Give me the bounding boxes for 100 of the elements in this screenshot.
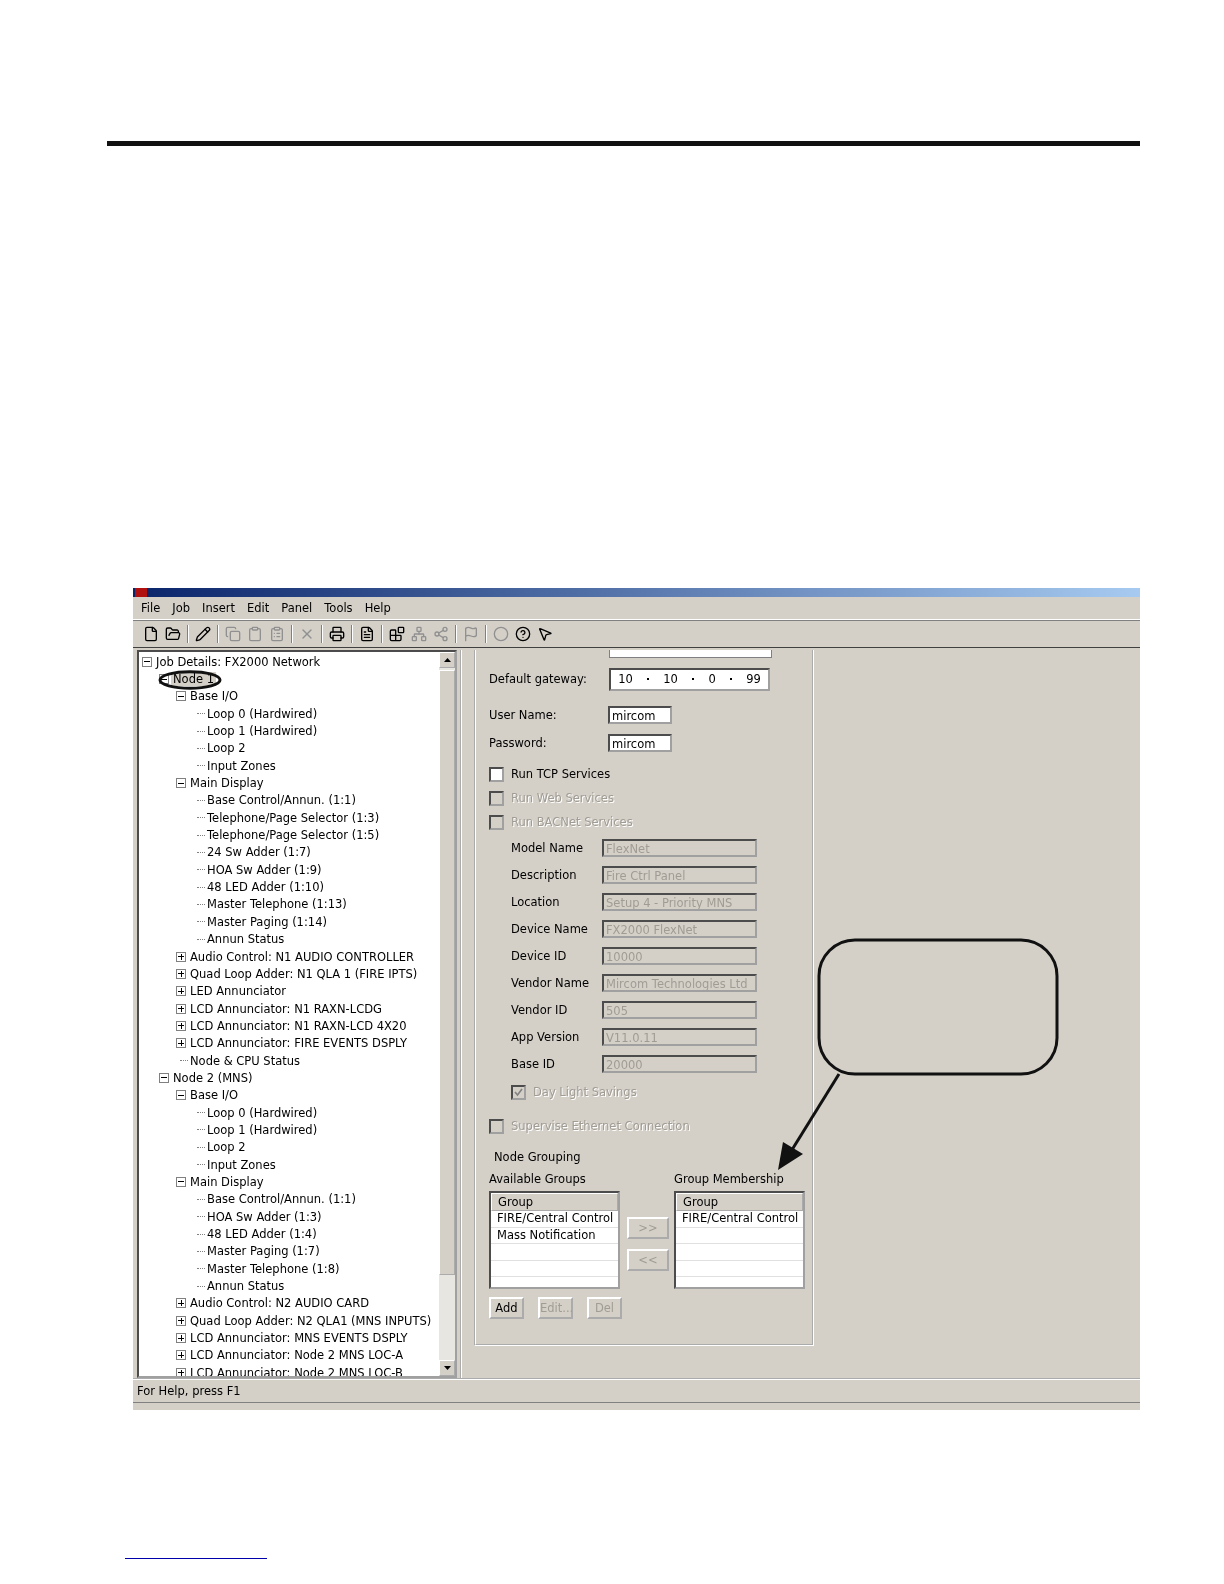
collapse-icon[interactable] [142,656,152,667]
list-row[interactable]: FIRE/Central Control [676,1211,803,1228]
collapse-icon[interactable] [159,674,169,684]
tree-item[interactable]: Loop 2 [205,1140,248,1155]
tree-item[interactable]: Master Telephone (1:8) [205,1261,342,1276]
scrollbar-thumb[interactable] [439,670,455,1275]
collapse-icon[interactable] [176,1177,186,1187]
tree-item[interactable]: LCD Annunciator: N1 RAXN-LCD 4X20 [188,1018,409,1033]
menu-item[interactable]: Panel [281,601,313,615]
tree-item[interactable]: Annun Status [205,1279,287,1294]
tree-item[interactable]: 24 Sw Adder (1:7) [205,845,313,860]
tree-item[interactable]: Loop 2 [205,741,248,756]
scroll-down-button[interactable] [439,1360,455,1376]
menu-item[interactable]: Insert [202,601,235,615]
tree-item[interactable]: Loop 1 (Hardwired) [205,1122,320,1137]
menu-item[interactable]: Help [364,601,391,615]
expand-icon[interactable] [176,1333,186,1344]
tree-item[interactable]: LED Annunciator [188,984,289,999]
expand-icon[interactable] [176,968,186,979]
list-row[interactable]: Mass Notification [491,1227,618,1244]
tree-item[interactable]: Annun Status [205,932,287,947]
down-arrow-icon [443,1366,451,1370]
tree-item[interactable]: LCD Annunciator: Node 2 MNS LOC-B [188,1365,405,1376]
tree-item[interactable]: Loop 0 (Hardwired) [205,706,320,721]
section-title: Node Grouping [494,1150,581,1164]
expand-icon[interactable] [176,951,186,962]
open-folder-icon[interactable] [165,626,181,642]
tree-item[interactable]: Master Paging (1:7) [205,1244,322,1259]
tree-item[interactable]: Telephone/Page Selector (1:3) [205,810,382,825]
clipboard-icon[interactable] [269,626,285,642]
scroll-up-button[interactable] [439,652,455,668]
pencil-icon[interactable] [195,626,211,642]
group-list[interactable]: Group FIRE/Central Control Mass Notification [489,1191,620,1289]
tree-item[interactable]: LCD Annunciator: N1 RAXN-LCDG [188,1001,384,1016]
text-field[interactable]: mircom [608,706,672,724]
tree-item[interactable]: Job Details: FX2000 Network [154,654,323,669]
expand-icon[interactable] [176,1038,186,1049]
tree-item[interactable]: HOA Sw Adder (1:3) [205,1209,324,1224]
tree-item[interactable]: 48 LED Adder (1:10) [205,880,326,895]
tree-item[interactable]: Base I/O [188,689,240,704]
expand-icon[interactable] [176,1350,186,1361]
field-label: Default gateway: [489,672,588,686]
field-label: Vendor ID [511,1003,569,1017]
expand-icon[interactable] [176,1020,186,1031]
collapse-icon[interactable] [176,778,186,789]
tree-item[interactable]: Main Display [188,776,266,791]
text-field[interactable]: mircom [608,734,672,752]
new-file-icon[interactable] [143,626,159,642]
ip-octet: 0 [708,672,716,686]
list-title: Group Membership [674,1172,785,1186]
help-icon[interactable] [515,626,531,642]
tree-item[interactable]: Audio Control: N2 AUDIO CARD [188,1296,371,1311]
tree-item[interactable]: Main Display [188,1175,266,1189]
tree-item[interactable]: Master Paging (1:14) [205,914,329,929]
scrollbar[interactable] [439,652,455,1376]
action-button[interactable]: Add [489,1297,524,1319]
tree-item[interactable]: 48 LED Adder (1:4) [205,1227,319,1241]
tree-item[interactable]: Base Control/Annun. (1:1) [205,793,358,808]
tree-item[interactable]: LCD Annunciator: FIRE EVENTS DSPLY [188,1036,410,1051]
tree-item[interactable]: HOA Sw Adder (1:9) [205,862,324,877]
expand-icon[interactable] [176,1298,186,1309]
tree-item[interactable]: Audio Control: N1 AUDIO CONTROLLER [188,949,417,964]
app-icon [135,588,147,597]
field-label: App Version [511,1030,581,1044]
list-row[interactable]: FIRE/Central Control [491,1211,618,1228]
menu-item[interactable]: File [141,601,161,615]
menu-item[interactable]: Job [172,601,190,615]
group-list[interactable]: Group FIRE/Central Control [674,1191,805,1289]
checkbox[interactable] [489,766,504,782]
tree-item[interactable]: Telephone/Page Selector (1:5) [205,828,382,843]
printer-icon[interactable] [329,626,345,642]
tree-item[interactable]: Loop 0 (Hardwired) [205,1105,320,1120]
menu-item[interactable]: Edit [246,601,270,615]
tree-item[interactable]: Input Zones [205,1157,278,1172]
expand-icon[interactable] [176,1367,186,1376]
document-icon[interactable] [359,626,375,642]
collapse-icon[interactable] [176,691,186,702]
tree-item[interactable]: Master Telephone (1:13) [205,897,349,912]
expand-icon[interactable] [176,1315,186,1326]
blocks-icon[interactable] [389,626,405,642]
collapse-icon[interactable] [176,1090,186,1101]
ip-address-field[interactable] [609,650,772,658]
expand-icon[interactable] [176,986,186,997]
expand-icon[interactable] [176,1003,186,1014]
tree-item[interactable]: Node & CPU Status [188,1053,302,1068]
collapse-icon[interactable] [159,1072,169,1083]
tree-item[interactable]: Quad Loop Adder: N2 QLA1 (MNS INPUTS) [188,1313,434,1328]
ip-octet: 10 [618,672,633,686]
tree-item[interactable]: Node 2 (MNS) [171,1070,255,1085]
ip-address-field[interactable]: 10 10 0 99 [609,667,770,691]
tree-item[interactable]: LCD Annunciator: Node 2 MNS LOC-A [188,1348,406,1363]
tree-item[interactable]: Quad Loop Adder: N1 QLA 1 (FIRE IPTS) [188,966,420,981]
tree-item[interactable]: Base I/O [188,1088,240,1103]
tree-item[interactable]: LCD Annunciator: MNS EVENTS DSPLY [188,1331,410,1346]
tree-item[interactable]: Input Zones [205,758,278,773]
tree-item[interactable]: Loop 1 (Hardwired) [205,724,320,739]
ip-octet: 99 [746,672,761,686]
tree-item[interactable]: Base Control/Annun. (1:1) [205,1192,358,1207]
field-label: Base ID [511,1057,556,1071]
menu-item[interactable]: Tools [324,601,353,615]
